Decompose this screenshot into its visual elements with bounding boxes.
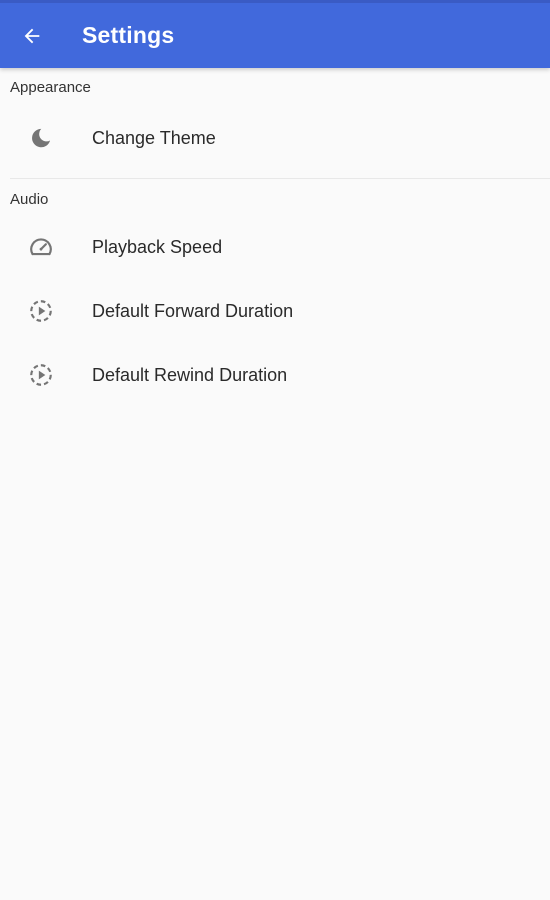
settings-item-label: Default Rewind Duration (92, 364, 288, 385)
settings-list: Appearance Change Theme Audio Playback S… (0, 68, 550, 407)
play-circle-dashed-icon (28, 298, 54, 324)
settings-item-label: Playback Speed (92, 236, 223, 257)
section-header-audio: Audio (10, 190, 49, 208)
settings-item-change-theme[interactable]: Change Theme (0, 106, 550, 170)
settings-item-default-forward-duration[interactable]: Default Forward Duration (0, 279, 550, 343)
play-circle-dashed-icon (28, 362, 54, 388)
section-header-appearance: Appearance (10, 78, 91, 96)
page-title: Settings (82, 22, 175, 48)
back-button[interactable] (0, 4, 64, 68)
settings-item-playback-speed[interactable]: Playback Speed (0, 215, 550, 279)
speedometer-icon (28, 234, 54, 260)
moon-icon (28, 125, 54, 151)
settings-item-label: Change Theme (92, 127, 216, 148)
arrow-back-icon (24, 28, 40, 43)
app-bar: Settings (0, 0, 550, 68)
settings-item-label: Default Forward Duration (92, 300, 294, 321)
settings-item-default-rewind-duration[interactable]: Default Rewind Duration (0, 343, 550, 407)
section-divider (10, 178, 550, 179)
